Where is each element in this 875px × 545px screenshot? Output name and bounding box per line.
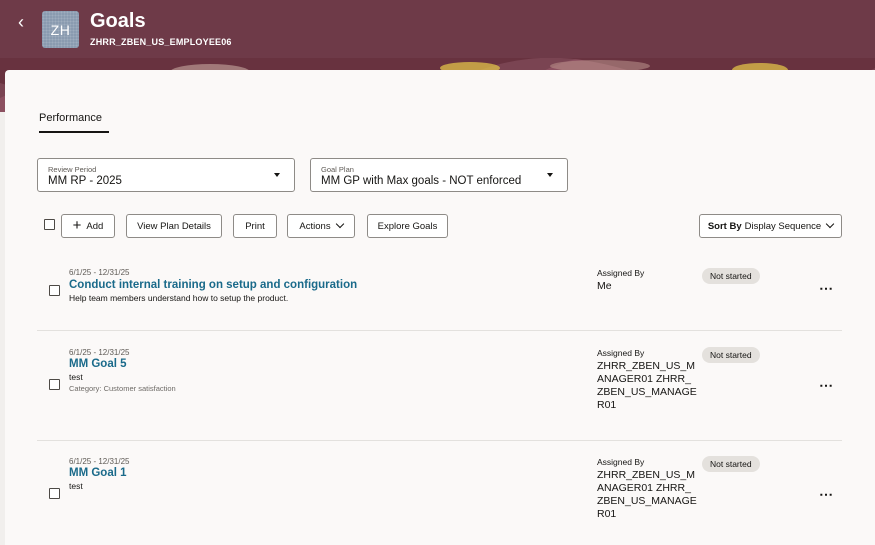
assigned-by-value: Me [597,280,612,292]
goal-row: 6/1/25 - 12/31/25 MM Goal 5 test Categor… [37,331,842,441]
review-period-value: MM RP - 2025 [48,175,122,187]
chevron-down-icon [825,219,835,229]
goal-dates: 6/1/25 - 12/31/25 [69,348,130,357]
review-period-select[interactable]: Review Period MM RP - 2025 [37,158,295,192]
main-card: Performance Review Period MM RP - 2025 G… [5,70,875,545]
tab-performance[interactable]: Performance [39,112,109,133]
goal-name-link[interactable]: MM Goal 5 [69,358,127,370]
actions-button[interactable]: Actions [287,214,355,238]
goal-checkbox[interactable] [49,379,60,390]
more-actions-icon[interactable]: ⋯ [819,377,834,394]
assigned-by-value: ZHRR_ZBEN_US_MANAGER01 ZHRR_ZBEN_US_MANA… [597,469,697,520]
view-plan-details-button[interactable]: View Plan Details [126,214,222,238]
status-badge: Not started [702,268,760,284]
chevron-down-icon [335,219,344,229]
more-actions-icon[interactable]: ⋯ [819,486,834,503]
goal-category: Category: Customer satisfaction [69,384,176,393]
goal-dates: 6/1/25 - 12/31/25 [69,457,130,466]
goal-plan-select[interactable]: Goal Plan MM GP with Max goals - NOT enf… [310,158,568,192]
goal-plan-value: MM GP with Max goals - NOT enforced [321,175,522,187]
goal-row: 6/1/25 - 12/31/25 MM Goal 1 test Assigne… [37,441,842,545]
goal-checkbox[interactable] [49,285,60,296]
sort-by-select[interactable]: Sort By Display Sequence [699,214,842,238]
assigned-by-label: Assigned By [597,268,645,278]
goal-description: Help team members understand how to setu… [69,293,289,303]
more-actions-icon[interactable]: ⋯ [819,280,834,297]
plus-icon: + [72,217,82,234]
add-button[interactable]: + Add [61,214,115,238]
caret-down-icon [274,173,280,177]
status-badge: Not started [702,456,760,472]
goal-row: 6/1/25 - 12/31/25 Conduct internal train… [37,258,842,331]
goal-checkbox[interactable] [49,488,60,499]
avatar: ZH [42,11,79,48]
review-period-label: Review Period [48,165,97,174]
back-icon[interactable]: ‹ [18,13,32,31]
page-subtitle: ZHRR_ZBEN_US_EMPLOYEE06 [90,37,232,47]
explore-goals-button[interactable]: Explore Goals [367,214,448,238]
goal-name-link[interactable]: Conduct internal training on setup and c… [69,279,357,291]
goal-name-link[interactable]: MM Goal 1 [69,467,127,479]
goal-description: test [69,372,83,382]
print-button[interactable]: Print [233,214,277,238]
assigned-by-label: Assigned By [597,457,645,467]
caret-down-icon [547,173,553,177]
goal-description: test [69,481,83,491]
goal-plan-label: Goal Plan [321,165,354,174]
assigned-by-label: Assigned By [597,348,645,358]
status-badge: Not started [702,347,760,363]
assigned-by-value: ZHRR_ZBEN_US_MANAGER01 ZHRR_ZBEN_US_MANA… [597,360,697,411]
select-all-checkbox[interactable] [44,219,55,230]
page-title: Goals [90,10,146,32]
goal-dates: 6/1/25 - 12/31/25 [69,268,130,277]
